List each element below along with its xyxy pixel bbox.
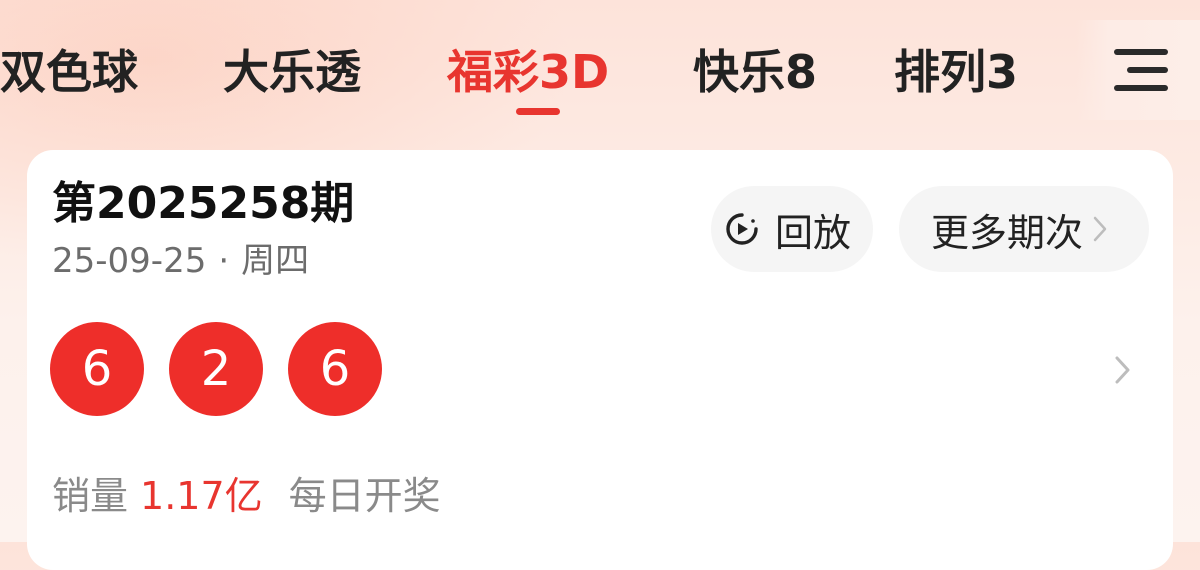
tab-kuaile-8[interactable]: 快乐8 — [693, 42, 817, 102]
tab-daletou[interactable]: 大乐透 — [223, 42, 361, 102]
tab-shuangseqiu[interactable]: 双色球 — [0, 42, 138, 102]
draw-date: 25-09-25 — [52, 241, 207, 281]
sales-value: 1.17亿 — [140, 474, 263, 518]
more-issues-label: 更多期次 — [931, 210, 1084, 255]
active-tab-indicator — [516, 108, 560, 115]
issue-number: 第2025258期 — [52, 178, 355, 229]
draw-date-line: 25-09-25 · 周四 — [52, 238, 309, 284]
draw-frequency: 每日开奖 — [288, 474, 441, 518]
date-separator: · — [218, 241, 230, 281]
sales-label: 销量 — [52, 474, 129, 518]
number-ball: 6 — [50, 322, 144, 416]
menu-icon — [1114, 46, 1168, 94]
number-ball: 6 — [288, 322, 382, 416]
sales-info: 销量 1.17亿 每日开奖 — [52, 470, 441, 522]
menu-button[interactable] — [1076, 20, 1200, 120]
tab-fucai-3d[interactable]: 福彩3D — [447, 42, 609, 102]
draw-weekday: 周四 — [241, 241, 310, 281]
replay-label: 回放 — [775, 210, 852, 255]
number-ball: 2 — [169, 322, 263, 416]
chevron-right-icon — [1093, 216, 1107, 242]
tab-pailie-3[interactable]: 排列3 — [894, 42, 1018, 102]
draw-result-card: 第2025258期 25-09-25 · 周四 回放 更多期次 6 2 6 销量 1.… — [27, 150, 1173, 570]
play-circle-icon — [726, 213, 758, 245]
replay-button[interactable]: 回放 — [711, 186, 873, 272]
lottery-tabs: 双色球 大乐透 福彩3D 快乐8 排列3 — [0, 0, 1080, 120]
detail-chevron-icon[interactable] — [1111, 348, 1135, 392]
more-issues-button[interactable]: 更多期次 — [899, 186, 1149, 272]
